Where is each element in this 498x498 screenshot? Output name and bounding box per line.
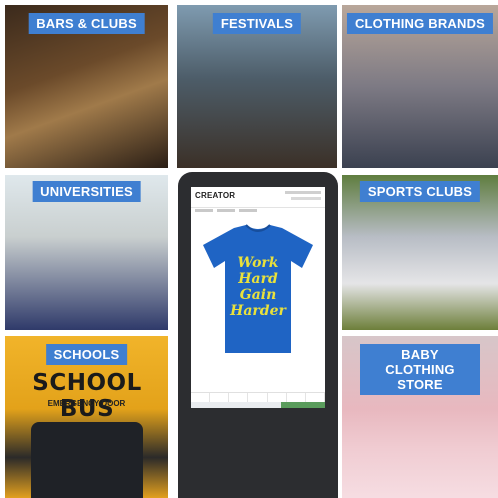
bus-emergency-door: EMERGENCY DOOR — [47, 399, 126, 408]
shirt-print-line-4: Harder — [229, 303, 287, 319]
shirt-print-line-3: Gain — [240, 287, 277, 303]
bus-sign: SCHOOL BUS — [32, 370, 142, 422]
shirt-print-line-2: Hard — [237, 271, 278, 287]
label-schools: SCHOOLS — [45, 344, 128, 365]
kiosk-screen[interactable]: CREATOR Work Hard Gain Harder — [191, 187, 325, 408]
kiosk-header-links-2[interactable] — [291, 197, 321, 200]
label-festivals: FESTIVALS — [212, 13, 302, 34]
bus-window — [31, 422, 143, 498]
tile-universities[interactable]: UNIVERSITIES — [5, 175, 168, 330]
tile-festivals[interactable]: FESTIVALS — [177, 5, 337, 168]
kiosk-device: CREATOR Work Hard Gain Harder — [178, 172, 338, 498]
kiosk-menu-item[interactable] — [217, 209, 235, 212]
label-bars-clubs: BARS & CLUBS — [28, 13, 145, 34]
shirt-print-line-1: Work — [238, 255, 279, 271]
tile-baby-clothing-store[interactable]: BABY CLOTHING STORE — [342, 336, 498, 498]
kiosk-logo: CREATOR — [195, 191, 236, 200]
label-clothing-brands: CLOTHING BRANDS — [346, 13, 494, 34]
kiosk-menu[interactable] — [195, 209, 257, 217]
tile-bars-clubs[interactable]: BARS & CLUBS — [5, 5, 168, 168]
kiosk-header: CREATOR — [191, 187, 325, 208]
checkout-button[interactable] — [281, 402, 325, 408]
kiosk-footer — [191, 402, 325, 408]
label-universities: UNIVERSITIES — [32, 181, 141, 202]
kiosk-menu-item[interactable] — [195, 209, 213, 212]
label-baby-clothing-store: BABY CLOTHING STORE — [360, 344, 480, 395]
label-sports-clubs: SPORTS CLUBS — [359, 181, 481, 202]
tile-clothing-brands[interactable]: CLOTHING BRANDS — [342, 5, 498, 168]
kiosk-header-links[interactable] — [285, 191, 321, 194]
tile-schools[interactable]: SCHOOLS SCHOOL BUS EMERGENCY DOOR — [5, 336, 168, 498]
tshirt-preview[interactable]: Work Hard Gain Harder — [201, 223, 315, 355]
kiosk-menu-item[interactable] — [239, 209, 257, 212]
tile-sports-clubs[interactable]: SPORTS CLUBS — [342, 175, 498, 330]
